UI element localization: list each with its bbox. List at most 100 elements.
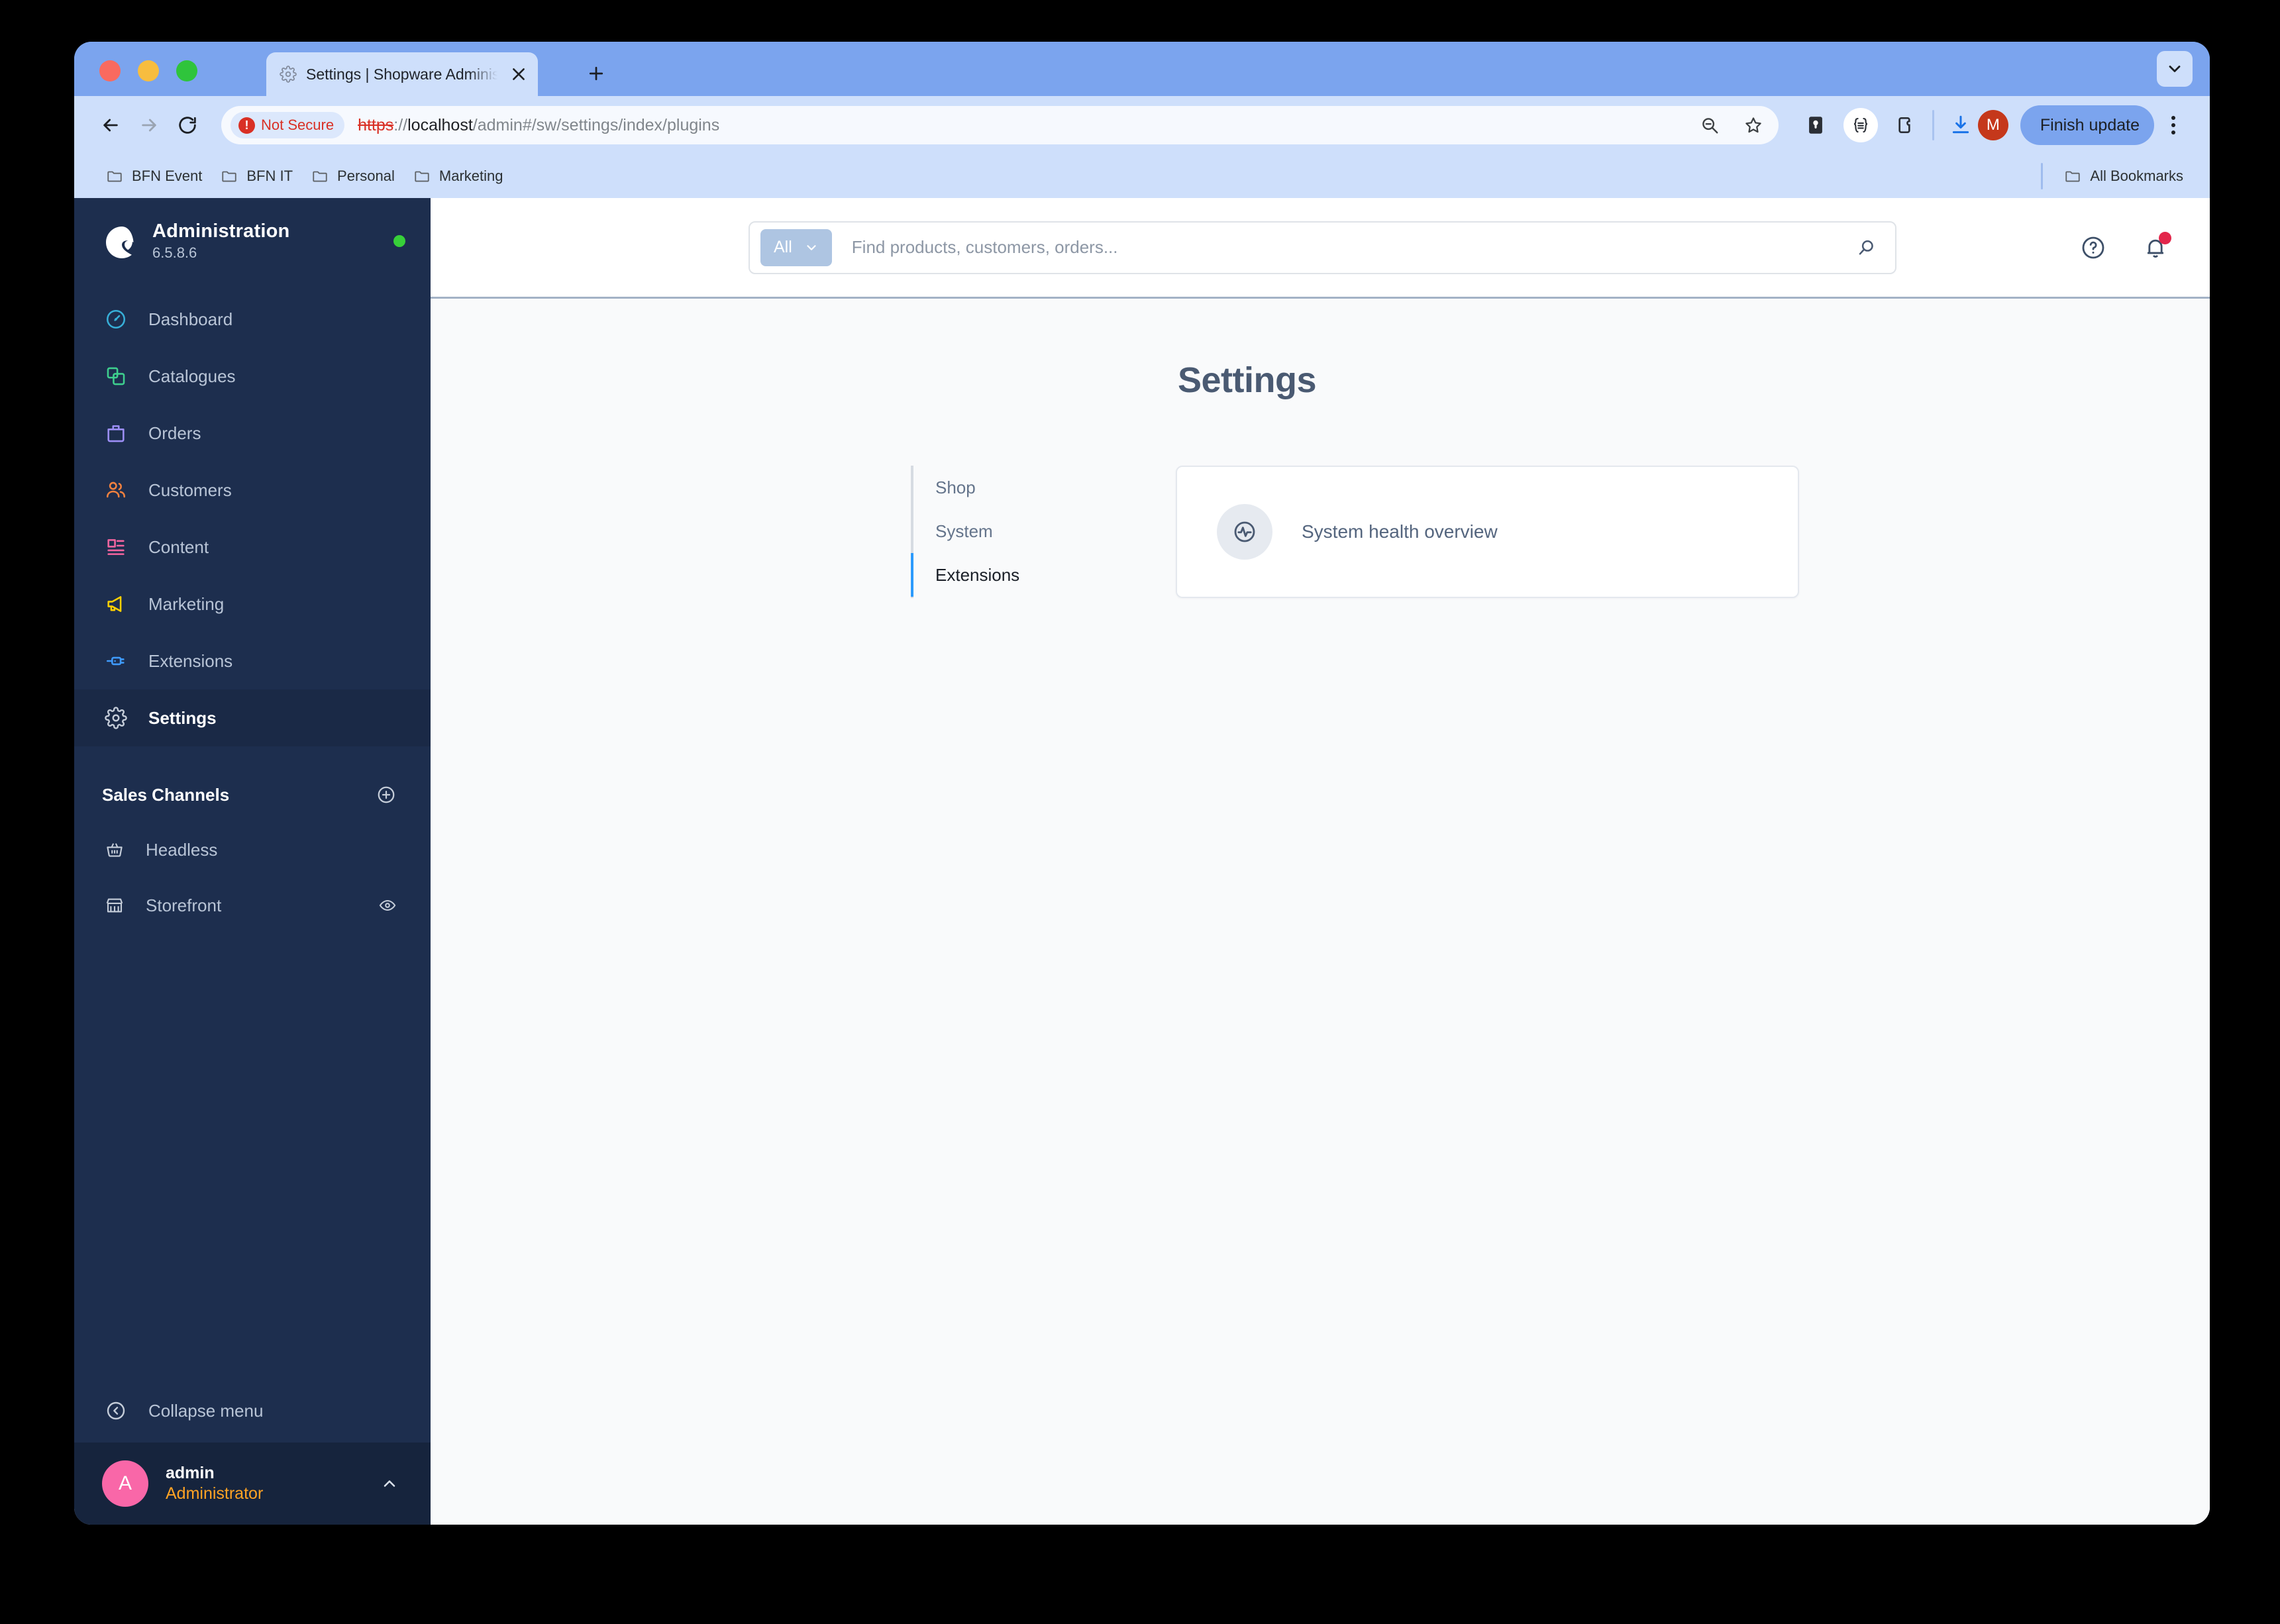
browser-tab[interactable]: Settings | Shopware Administ [266,52,538,96]
close-window-button[interactable] [99,60,121,81]
search-icon[interactable] [1851,232,1882,263]
forward-button[interactable] [130,106,168,144]
sales-channel-label: Headless [146,839,218,860]
browser-window: Settings | Shopware Administ ! Not Secur… [74,42,2210,1525]
sidebar-item-label: Dashboard [148,309,233,329]
zoom-out-icon[interactable] [1695,111,1724,140]
settings-body: Shop System Extensions System health ove… [431,466,2210,598]
download-icon[interactable] [1943,108,1978,142]
sidebar-item-extensions[interactable]: Extensions [74,633,431,689]
address-bar[interactable]: ! Not Secure https://localhost/admin#/sw… [221,106,1779,144]
sidebar-item-label: Customers [148,480,232,500]
bookmark-item[interactable]: BFN Event [97,164,211,189]
browser-profile-avatar[interactable]: M [1977,110,2008,140]
sidebar-item-marketing[interactable]: Marketing [74,576,431,633]
avatar: A [102,1460,148,1507]
card-label: System health overview [1302,521,1498,542]
sales-channel-headless[interactable]: Headless [74,822,431,878]
sidebar-item-customers[interactable]: Customers [74,462,431,519]
url-host: localhost [407,115,473,134]
close-icon[interactable] [509,64,529,84]
global-search-bar[interactable]: All [749,221,1896,274]
bookmark-item[interactable]: Personal [302,164,404,189]
sidebar-app-title: Administration [152,221,290,242]
bookmark-label: Personal [337,168,395,184]
user-role: Administrator [166,1484,264,1503]
tab-extensions[interactable]: Extensions [911,553,1176,597]
all-bookmarks-label: All Bookmarks [2090,168,2183,184]
url-scheme: https [358,115,394,134]
collapse-menu-button[interactable]: Collapse menu [74,1379,431,1443]
folder-icon [415,171,429,182]
reload-button[interactable] [168,106,207,144]
folder-icon [107,171,122,182]
bookmarks-divider [2041,163,2044,189]
folder-icon [2065,171,2081,182]
tab-system[interactable]: System [911,509,1176,553]
sidebar-item-label: Catalogues [148,366,236,386]
sidebar-item-label: Orders [148,423,201,443]
browser-toolbar: ! Not Secure https://localhost/admin#/sw… [74,96,2210,154]
chevron-down-icon [807,244,816,250]
storefront-icon [102,893,127,918]
bell-icon[interactable] [2138,230,2173,265]
minimize-window-button[interactable] [138,60,159,81]
maximize-window-button[interactable] [176,60,197,81]
extension-shield-icon[interactable] [1798,108,1833,142]
page-viewport: Administration 6.5.8.6 Dashboard Catalog… [74,198,2210,1525]
user-profile-row[interactable]: A admin Administrator [74,1443,431,1525]
all-bookmarks-button[interactable]: All Bookmarks [2055,164,2193,189]
status-indicator-dot [393,235,405,247]
search-scope-selector[interactable]: All [760,228,832,266]
content-icon [102,533,130,561]
sidebar-item-label: Content [148,536,209,557]
chevron-down-icon[interactable] [2157,51,2193,87]
catalogues-icon [102,362,130,390]
browser-tab-strip: Settings | Shopware Administ [74,42,2210,96]
user-name: admin [166,1463,215,1482]
sidebar-item-settings[interactable]: Settings [74,689,431,746]
tab-label: Shop [935,477,976,497]
plus-circle-icon[interactable] [372,781,400,809]
finish-update-button[interactable]: Finish update [2020,105,2154,145]
star-icon[interactable] [1739,111,1768,140]
new-tab-button[interactable] [582,59,611,88]
browser-extensions [1798,108,1923,142]
back-button[interactable] [91,106,130,144]
finish-update-label: Finish update [2040,115,2140,134]
sidebar-version: 6.5.8.6 [152,244,197,261]
search-input[interactable] [851,237,1851,258]
marketing-icon [102,590,130,618]
eye-icon[interactable] [375,893,400,918]
kebab-menu-icon[interactable] [2154,106,2193,144]
customers-icon [102,476,130,504]
sidebar-nav: Dashboard Catalogues Orders Customers Co… [74,291,431,746]
extensions-puzzle-icon[interactable] [1889,108,1923,142]
app-topbar: All [431,198,2210,299]
activity-pulse-icon [1217,504,1272,560]
sales-channels-title: Sales Channels [102,784,230,805]
gear-icon [280,66,297,83]
not-secure-icon: ! [238,117,255,134]
tab-shop[interactable]: Shop [911,466,1176,509]
bookmark-label: Marketing [439,168,503,184]
notification-badge [2159,231,2171,244]
sidebar-item-orders[interactable]: Orders [74,405,431,462]
chevron-up-icon[interactable] [376,1470,403,1497]
json-viewer-icon[interactable] [1843,108,1878,142]
search-scope-label: All [774,238,792,256]
bookmark-item[interactable]: BFN IT [211,164,302,189]
basket-icon [102,837,127,862]
sidebar-item-content[interactable]: Content [74,519,431,576]
bookmarks-bar: BFN Event BFN IT Personal Marketing All … [74,154,2210,198]
sales-channel-storefront[interactable]: Storefront [74,878,431,933]
sidebar-item-catalogues[interactable]: Catalogues [74,348,431,405]
bookmark-item[interactable]: Marketing [404,164,513,189]
not-secure-badge[interactable]: ! Not Secure [231,112,345,138]
card-system-health-overview[interactable]: System health overview [1176,466,1799,598]
collapse-left-icon [102,1397,130,1425]
collapse-menu-label: Collapse menu [148,1400,264,1421]
sidebar-item-dashboard[interactable]: Dashboard [74,291,431,348]
sidebar-header[interactable]: Administration 6.5.8.6 [74,198,431,281]
help-circle-icon[interactable] [2076,230,2110,265]
